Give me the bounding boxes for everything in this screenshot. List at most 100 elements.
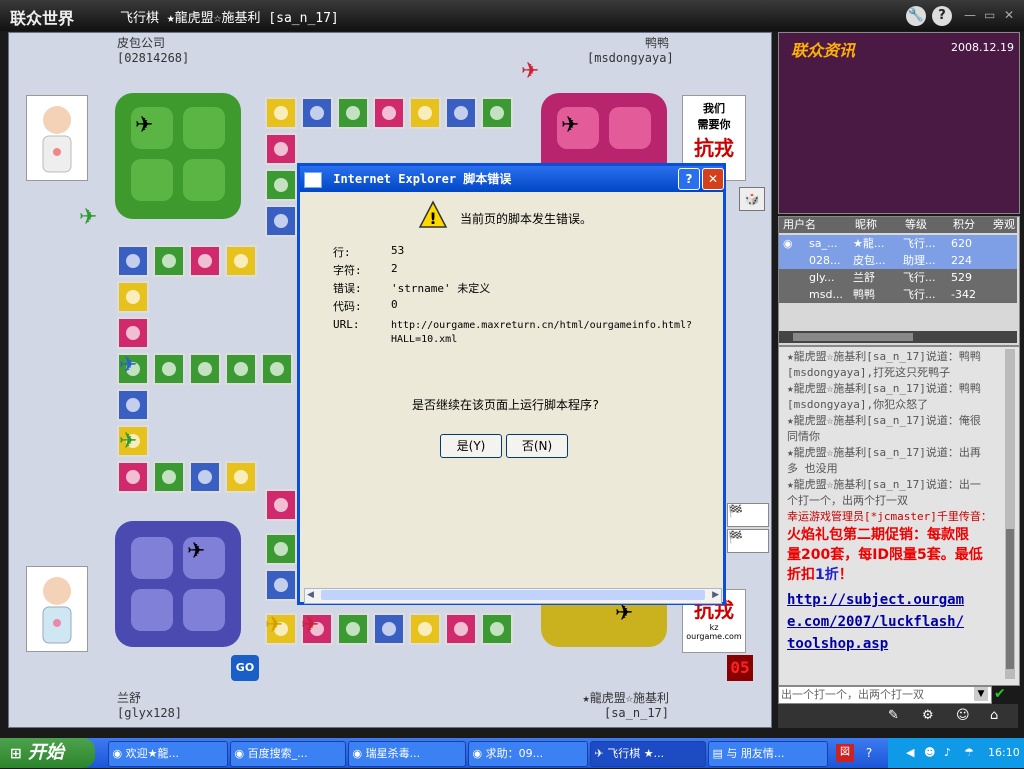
user-level: 飞行... (903, 288, 936, 301)
quicklaunch-icon[interactable]: 図 (836, 744, 854, 762)
plane-piece-icon: ✈ (187, 539, 206, 564)
track-cell (265, 169, 297, 201)
task-label: 瑞星杀毒... (365, 747, 421, 760)
dialog-close-button[interactable]: ✕ (702, 168, 724, 190)
user-row[interactable]: ◉ sa_... ★龍... 飞行... 620 (779, 235, 1017, 252)
promo-link-line: e.com/2007/luckflash/ (787, 614, 965, 630)
track-cell (265, 133, 297, 165)
chat-panel[interactable]: ★龍虎盟☆施基利[sa_n_17]说道：鸭鸭 [msdongyaya],打死这只… (778, 346, 1020, 686)
taskbar-item-active[interactable]: ✈ 飞行棋 ★... (590, 741, 706, 767)
track-cell (117, 389, 149, 421)
plane-icon: ✈ (594, 747, 604, 760)
player-bottom-right-label: ★龍虎盟☆施基利 [sa_n_17] (555, 691, 669, 721)
tray-icon[interactable]: ◀ (906, 738, 914, 768)
home-slot (609, 107, 651, 149)
task-label: 与 朋友情... (726, 747, 785, 760)
track-cell (409, 97, 441, 129)
promo-link[interactable]: http://subject.ourgam e.com/2007/luckfla… (787, 589, 1005, 655)
close-button[interactable]: ✕ (1004, 8, 1014, 22)
home-base-green[interactable]: ✈ (115, 93, 241, 219)
avatar-top-left[interactable] (26, 95, 88, 181)
go-button[interactable]: GO (231, 655, 259, 681)
taskbar-item[interactable]: ◉ 求助：09... (468, 741, 588, 767)
user-list-scrollbar[interactable] (779, 331, 1017, 343)
dialog-help-button[interactable]: ? (678, 168, 700, 190)
user-row[interactable]: gly... 兰舒 飞行... 529 (779, 269, 1017, 286)
taskbar: ⊞ 开始 ◉ 欢迎★龍... ◉ 百度搜索_... ◉ 瑞星杀毒... ◉ 求助… (0, 738, 1024, 768)
app-logo: 联众世界 (10, 9, 75, 28)
taskbar-item[interactable]: ◉ 欢迎★龍... (108, 741, 228, 767)
dice-cup-icon[interactable]: 🎲 (739, 187, 765, 211)
ad-line: 需要你 (697, 118, 731, 131)
track-cell (373, 613, 405, 645)
app-title-bar: 联众世界 飞行棋 ★龍虎盟☆施基利 [sa_n_17] 🔧 ? — ▭ ✕ (0, 0, 1024, 31)
plane-piece-icon: ✈ (265, 613, 284, 638)
promo-text: ！ (838, 567, 853, 583)
tray-icon[interactable]: ♪ (944, 738, 951, 768)
user-list[interactable]: 用户名 昵称 等级 积分 旁观 ◉ sa_... ★龍... 飞行... 620… (778, 216, 1020, 346)
tray-icon[interactable]: ☻ (924, 738, 935, 768)
scroll-right-icon: ▶ (712, 590, 719, 600)
gear-icon[interactable]: ⚙ (922, 708, 934, 723)
dialog-title: Internet Explorer 脚本错误 (333, 172, 512, 186)
edit-icon[interactable]: ✎ (888, 708, 899, 723)
scroll-thumb (321, 590, 705, 600)
home-slot (131, 159, 173, 201)
chat-scrollbar[interactable] (1005, 349, 1015, 679)
user-level: 飞行... (903, 237, 936, 250)
flag-button[interactable]: 🏁 (727, 503, 769, 527)
track-cell (445, 97, 477, 129)
send-check-icon[interactable]: ✔ (994, 686, 1012, 702)
home-icon[interactable]: ⌂ (990, 708, 998, 723)
track-cell (117, 317, 149, 349)
start-button[interactable]: ⊞ 开始 (0, 738, 95, 768)
plane-piece-icon: ✈ (561, 113, 580, 138)
script-error-dialog[interactable]: Internet Explorer 脚本错误 ? ✕ ! 当前页的脚本发生错误。… (297, 163, 726, 605)
user-row[interactable]: msd... 鸭鸭 飞行... -342 (779, 286, 1017, 303)
taskbar-item[interactable]: ◉ 瑞星杀毒... (348, 741, 466, 767)
windows-logo-icon: ⊞ (10, 746, 22, 762)
track-cell (117, 245, 149, 277)
home-slot (183, 159, 225, 201)
user-level: 助理... (903, 254, 936, 267)
browser-icon: ◉ (352, 747, 363, 760)
dialog-title-bar[interactable]: Internet Explorer 脚本错误 (300, 166, 723, 192)
chat-input[interactable]: 出一个打一个，出两个打一双 (778, 686, 992, 704)
chat-line: 个打一个，出两个打一双 (787, 494, 908, 507)
minimize-button[interactable]: — (964, 8, 976, 22)
taskbar-item[interactable]: ◉ 百度搜索_... (230, 741, 346, 767)
promo-text: 折扣 (787, 567, 815, 583)
tools-icon[interactable]: 🔧 (906, 6, 926, 26)
maximize-button[interactable]: ▭ (984, 8, 995, 22)
scroll-left-icon: ◀ (307, 590, 314, 600)
chat-line: ★龍虎盟☆施基利[sa_n_17]说道：出再 (787, 446, 981, 459)
track-cell (153, 245, 185, 277)
home-base-blue[interactable]: ✈ (115, 521, 241, 647)
user-score: 529 (951, 271, 972, 284)
taskbar-item[interactable]: ▤ 与 朋友情... (708, 741, 828, 767)
no-button[interactable]: 否(N) (506, 434, 568, 458)
task-label: 飞行棋 ★... (607, 747, 665, 760)
flag-button[interactable]: 🏁 (727, 529, 769, 553)
network-icon[interactable]: ☂ (964, 738, 974, 768)
home-slot (131, 589, 173, 631)
system-tray: ◀ ☻ ♪ ☂ 16:10 (888, 738, 1024, 768)
home-slot (183, 589, 225, 631)
help-icon[interactable]: ? (932, 6, 952, 26)
browser-icon: ◉ (234, 747, 245, 760)
chat-line: ★龍虎盟☆施基利[sa_n_17]说道：俺很 (787, 414, 981, 427)
error-value: 53 (391, 244, 405, 257)
user-row[interactable]: 028... 皮包... 助理... 224 (779, 252, 1017, 269)
chat-log: ★龍虎盟☆施基利[sa_n_17]说道：鸭鸭 [msdongyaya],打死这只… (787, 349, 1005, 655)
chat-icon: ▤ (712, 747, 723, 760)
friends-icon[interactable]: ☺ (956, 708, 970, 723)
dice-counter: 05 (727, 655, 753, 681)
horizontal-scrollbar[interactable]: ◀ ▶ (304, 588, 722, 604)
help-icon[interactable]: ? (860, 744, 878, 762)
chevron-down-icon[interactable]: ▼ (974, 687, 988, 701)
user-nick: 兰舒 (853, 271, 875, 284)
player-id: [glyx128] (117, 706, 183, 720)
avatar-bottom-left[interactable] (26, 566, 88, 652)
yes-button[interactable]: 是(Y) (440, 434, 502, 458)
chat-line: ★龍虎盟☆施基利[sa_n_17]说道：鸭鸭 (787, 382, 981, 395)
